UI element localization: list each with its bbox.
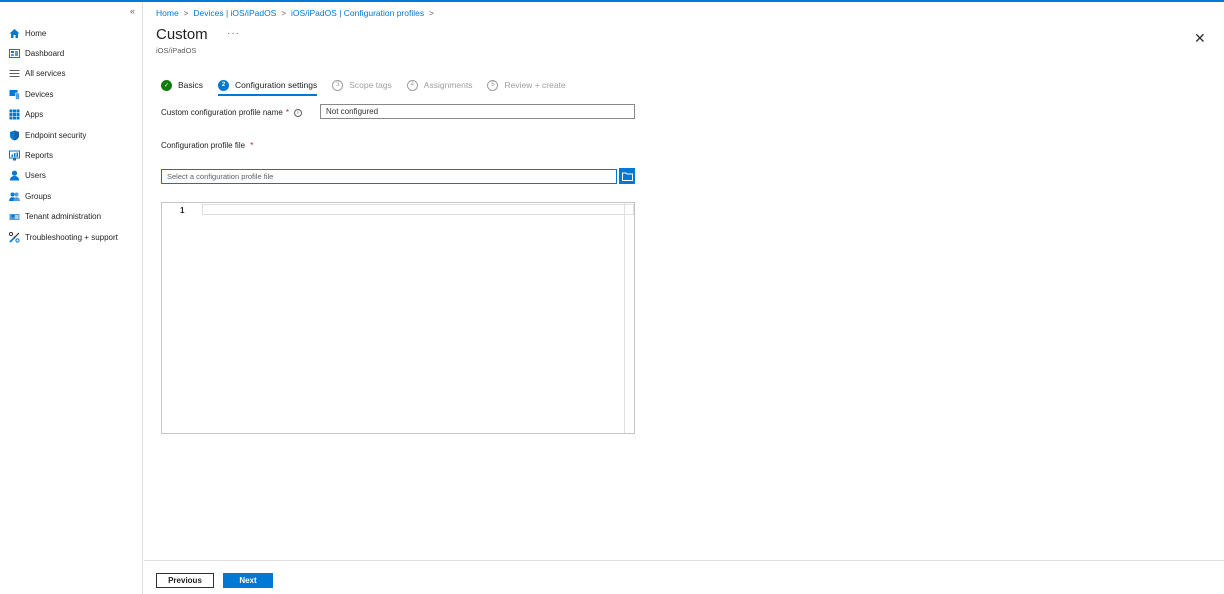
sidebar-item-label: Devices	[25, 90, 53, 99]
page-title: Custom	[156, 26, 208, 43]
sidebar-item-label: Endpoint security	[25, 131, 86, 140]
step-label: Configuration settings	[235, 80, 317, 90]
close-icon[interactable]: ✕	[1194, 30, 1206, 47]
shield-icon	[9, 130, 20, 141]
sidebar-item-reports[interactable]: Reports	[9, 145, 141, 165]
sidebar-item-label: All services	[25, 69, 65, 78]
sidebar-item-label: Troubleshooting + support	[25, 233, 118, 242]
editor-current-line[interactable]	[202, 204, 634, 215]
profile-name-label-text: Custom configuration profile name	[161, 108, 283, 117]
breadcrumb-configuration-profiles[interactable]: iOS/iPadOS | Configuration profiles	[291, 8, 424, 18]
info-icon[interactable]: i	[294, 109, 302, 117]
tab-review-create[interactable]: 5 Review + create	[487, 78, 565, 92]
step-label: Basics	[178, 80, 203, 90]
collapse-sidebar-icon[interactable]: «	[130, 6, 135, 16]
tab-basics[interactable]: ✓ Basics	[161, 78, 203, 92]
profile-name-label: Custom configuration profile name * i	[161, 108, 302, 117]
sidebar-item-label: Tenant administration	[25, 212, 101, 221]
profile-file-label: Configuration profile file *	[161, 141, 253, 150]
code-editor[interactable]: 1	[161, 202, 635, 434]
home-icon	[9, 28, 20, 39]
browse-file-button[interactable]	[619, 168, 635, 184]
tab-configuration-settings[interactable]: 2 Configuration settings	[218, 78, 317, 92]
tab-assignments[interactable]: 4 Assignments	[407, 78, 473, 92]
sidebar-item-label: Reports	[25, 151, 53, 160]
sidebar-item-label: Users	[25, 171, 46, 180]
breadcrumb-separator: >	[429, 9, 434, 18]
sidebar-item-devices[interactable]: Devices	[9, 84, 141, 104]
footer-bar: Previous Next	[144, 560, 1224, 594]
step-label: Review + create	[504, 80, 565, 90]
page-subtitle: iOS/iPadOS	[156, 46, 196, 55]
line-number: 1	[180, 206, 184, 215]
step-number-badge: 3	[332, 80, 343, 91]
sidebar-item-apps[interactable]: Apps	[9, 105, 141, 125]
devices-icon	[9, 89, 20, 100]
sidebar-item-endpoint-security[interactable]: Endpoint security	[9, 125, 141, 145]
required-marker: *	[286, 108, 289, 117]
tab-scope-tags[interactable]: 3 Scope tags	[332, 78, 392, 92]
list-icon	[9, 68, 20, 79]
step-label: Scope tags	[349, 80, 392, 90]
sidebar-item-groups[interactable]: Groups	[9, 186, 141, 206]
groups-icon	[9, 191, 20, 202]
sidebar-item-label: Groups	[25, 192, 51, 201]
step-number-badge: 2	[218, 80, 229, 91]
sidebar-nav: Home Dashboard All services Devices Apps	[9, 23, 141, 247]
sidebar-item-users[interactable]: Users	[9, 166, 141, 186]
profile-name-input[interactable]	[320, 104, 635, 119]
sidebar-item-troubleshooting[interactable]: Troubleshooting + support	[9, 227, 141, 247]
user-icon	[9, 170, 20, 181]
breadcrumb-separator: >	[184, 9, 189, 18]
sidebar-item-label: Home	[25, 29, 46, 38]
profile-file-input[interactable]	[161, 169, 617, 184]
more-options-icon[interactable]: ···	[227, 28, 240, 39]
sidebar-item-tenant-administration[interactable]: Tenant administration	[9, 207, 141, 227]
previous-button[interactable]: Previous	[156, 573, 214, 588]
breadcrumb-home[interactable]: Home	[156, 8, 179, 18]
breadcrumb-separator: >	[281, 9, 286, 18]
sidebar: « Home Dashboard All services Devices	[0, 2, 143, 594]
editor-scrollbar[interactable]	[624, 203, 634, 433]
reports-icon	[9, 150, 20, 161]
sidebar-item-dashboard[interactable]: Dashboard	[9, 43, 141, 63]
wizard-steps: ✓ Basics 2 Configuration settings 3 Scop…	[161, 78, 581, 92]
apps-icon	[9, 109, 20, 120]
step-number-badge: 5	[487, 80, 498, 91]
breadcrumb-devices-ios[interactable]: Devices | iOS/iPadOS	[193, 8, 276, 18]
next-button[interactable]: Next	[223, 573, 273, 588]
tenant-admin-icon	[9, 211, 20, 222]
sidebar-item-label: Dashboard	[25, 49, 64, 58]
sidebar-item-all-services[interactable]: All services	[9, 64, 141, 84]
profile-file-label-text: Configuration profile file	[161, 141, 245, 150]
check-icon: ✓	[161, 80, 172, 91]
wrench-icon	[9, 232, 20, 243]
step-number-badge: 4	[407, 80, 418, 91]
dashboard-icon	[9, 48, 20, 59]
sidebar-item-home[interactable]: Home	[9, 23, 141, 43]
sidebar-item-label: Apps	[25, 110, 43, 119]
main-content: Home > Devices | iOS/iPadOS > iOS/iPadOS…	[144, 2, 1224, 594]
editor-gutter: 1	[162, 203, 202, 433]
required-marker: *	[250, 141, 253, 150]
folder-icon	[622, 172, 633, 181]
breadcrumb: Home > Devices | iOS/iPadOS > iOS/iPadOS…	[156, 8, 439, 18]
step-label: Assignments	[424, 80, 473, 90]
